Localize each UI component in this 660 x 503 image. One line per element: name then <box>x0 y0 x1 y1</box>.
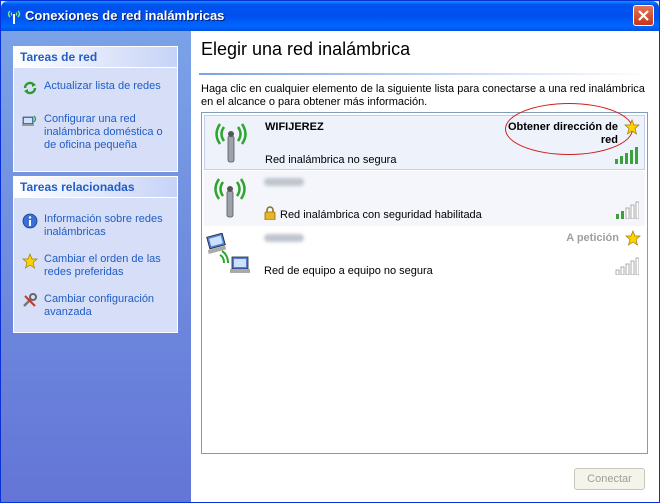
network-setup-icon <box>22 115 37 126</box>
refresh-icon <box>23 81 37 95</box>
network-name: WIFIJEREZ <box>265 121 324 133</box>
task-setup-wireless-network[interactable]: Configurar una red inalámbrica doméstica… <box>14 113 177 152</box>
network-item-secured[interactable]: Red inalámbrica con seguridad habilitada <box>204 171 645 226</box>
network-name-redacted <box>264 178 304 186</box>
network-tasks-header: Tareas de red <box>14 47 177 68</box>
connection-status: A petición <box>566 232 619 244</box>
wireless-antenna-icon <box>214 178 246 218</box>
task-label: Cambiar el orden de las redes preferidas <box>44 253 161 278</box>
window-title: Conexiones de red inalámbricas <box>25 8 225 23</box>
lock-icon <box>264 206 276 220</box>
preferred-star-icon <box>624 119 640 135</box>
computer-to-computer-icon <box>206 233 250 273</box>
title-bar[interactable]: Conexiones de red inalámbricas <box>1 1 659 31</box>
network-tasks-panel: Tareas de red Actualizar lista de redes <box>13 46 178 172</box>
signal-strength-icon <box>615 257 639 275</box>
signal-strength-icon <box>616 201 639 219</box>
network-name-redacted <box>264 234 304 242</box>
network-type: Red inalámbrica con seguridad habilitada <box>280 209 482 221</box>
star-icon <box>22 253 38 269</box>
info-icon <box>22 213 38 229</box>
title-divider <box>199 73 651 75</box>
wireless-connections-window: Conexiones de red inalámbricas Tareas de… <box>0 0 660 503</box>
network-item-adhoc[interactable]: Red de equipo a equipo no segura A petic… <box>204 227 645 282</box>
network-list[interactable]: WIFIJEREZ Red inalámbrica no segura Obte… <box>201 103 648 454</box>
close-icon <box>638 10 649 21</box>
related-tasks-panel: Tareas relacionadas Información sobre re… <box>13 176 178 333</box>
wireless-antenna-icon <box>215 123 247 163</box>
task-label: Actualizar lista de redes <box>44 80 161 92</box>
network-type: Red de equipo a equipo no segura <box>264 265 433 277</box>
page-title: Elegir una red inalámbrica <box>201 39 411 59</box>
network-type: Red inalámbrica no segura <box>265 154 397 166</box>
preferred-star-icon <box>625 230 641 246</box>
main-pane: Elegir una red inalámbrica Haga clic en … <box>191 31 659 502</box>
task-info-wireless[interactable]: Información sobre redes inalámbricas <box>14 213 177 239</box>
task-refresh-network-list[interactable]: Actualizar lista de redes <box>14 80 177 95</box>
task-pane: Tareas de red Actualizar lista de redes <box>1 31 191 502</box>
task-label: Configurar una red inalámbrica doméstica… <box>44 113 163 151</box>
close-button[interactable] <box>633 5 654 26</box>
connect-button[interactable]: Conectar <box>574 468 645 490</box>
network-item-wifijerez[interactable]: WIFIJEREZ Red inalámbrica no segura Obte… <box>204 103 645 170</box>
task-change-preferred-order[interactable]: Cambiar el orden de las redes preferidas <box>14 253 177 279</box>
task-label: Información sobre redes inalámbricas <box>44 213 163 238</box>
signal-strength-icon <box>615 147 638 164</box>
task-label: Cambiar configuración avanzada <box>44 293 155 318</box>
wireless-network-icon <box>7 10 21 24</box>
settings-tools-icon <box>23 293 37 307</box>
task-advanced-settings[interactable]: Cambiar configuración avanzada <box>14 293 177 319</box>
connection-status: Obtener dirección de red <box>507 121 618 146</box>
related-tasks-header: Tareas relacionadas <box>14 177 177 198</box>
